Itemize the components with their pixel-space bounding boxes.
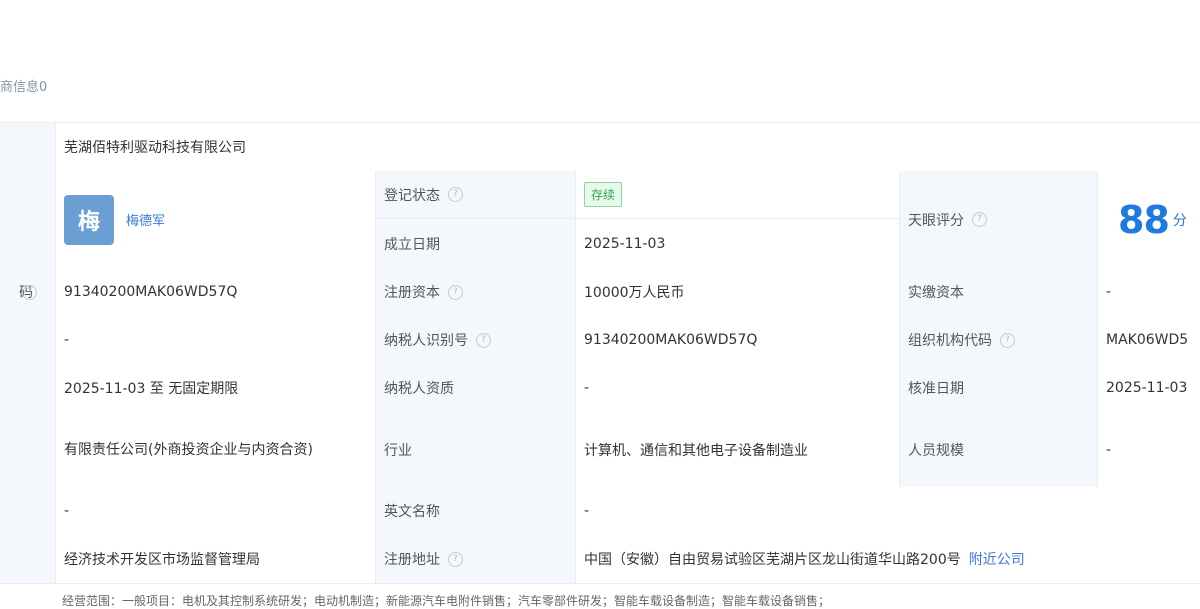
score-unit: 分 <box>1172 212 1187 229</box>
row-reg-address: 经济技术开发区市场监督管理局 注册地址? 中国（安徽）自由贸易试验区芜湖片区龙山… <box>0 535 1200 584</box>
info-icon[interactable]: ? <box>972 212 987 227</box>
row7-left-value: - <box>56 487 376 535</box>
approve-date-value: 2025-11-03 <box>1098 364 1200 412</box>
status-badge: 存续 <box>584 182 623 207</box>
taxpayer-qual-value: - <box>576 364 900 412</box>
reg-capital-value: 10000万人民币 <box>576 268 900 316</box>
row4-left-value: - <box>56 316 376 364</box>
score-value-cell[interactable]: 88 分 <box>1098 171 1200 268</box>
org-code-label-cell: 组织机构代码? <box>900 316 1098 364</box>
row-company-name: 芜湖佰特利驱动科技有限公司 <box>0 123 1200 172</box>
info-icon[interactable]: ? <box>448 284 463 300</box>
taxpayer-id-value: 91340200MAK06WD57Q <box>576 316 900 364</box>
credit-code-value: 91340200MAK06WD57Q <box>56 268 376 316</box>
reg-capital-label-cell: 注册资本? <box>376 268 576 316</box>
founded-label-cell: 成立日期 <box>376 219 576 268</box>
company-type-value: 有限责任公司(外商投资企业与内资合资) <box>56 412 376 487</box>
row-taxpayer-id: - 纳税人识别号? 91340200MAK06WD57Q 组织机构代码? MAK… <box>0 316 1200 365</box>
score-number: 88 <box>1118 197 1170 242</box>
label-cell <box>0 171 56 268</box>
row-english-name: - 英文名称 - <box>0 487 1200 536</box>
info-icon[interactable]: ? <box>1000 332 1015 348</box>
taxpayer-qual-label: 纳税人资质 <box>376 364 576 412</box>
info-icon[interactable]: ? <box>476 332 491 348</box>
business-term-value: 2025-11-03 至 无固定期限 <box>56 364 376 412</box>
label-cell <box>0 412 56 487</box>
reg-address-label: 注册地址 <box>384 552 440 568</box>
section-title: 商信息0 <box>0 80 48 95</box>
info-icon[interactable]: ? <box>448 187 463 202</box>
english-name-value: - <box>576 487 1200 535</box>
reg-status-label: 登记状态 <box>384 187 440 204</box>
row-company-type: 有限责任公司(外商投资企业与内资合资) 行业 计算机、通信和其他电子设备制造业 … <box>0 412 1200 488</box>
industry-label: 行业 <box>376 412 576 487</box>
label-cell <box>0 535 56 583</box>
founded-value: 2025-11-03 <box>576 219 900 268</box>
row-business-term: 2025-11-03 至 无固定期限 纳税人资质 - 核准日期 2025-11-… <box>0 364 1200 413</box>
staff-size-value: - <box>1098 412 1200 487</box>
legal-rep-cell: 梅 梅德军 <box>56 171 376 268</box>
legal-rep-avatar: 梅 <box>64 194 114 245</box>
reg-address-cell: 中国（安徽）自由贸易试验区芜湖片区龙山街道华山路200号 附近公司 <box>576 535 1200 583</box>
row-legal-rep: 梅 梅德军 登记状态? 存续 成立日期 2025-11-03 天眼评分? 88 分 <box>0 171 1200 269</box>
paid-capital-value: - <box>1098 268 1200 316</box>
reg-address-label-cell: 注册地址? <box>376 535 576 583</box>
approve-date-label: 核准日期 <box>900 364 1098 412</box>
label-cell <box>0 316 56 364</box>
org-code-label: 组织机构代码 <box>908 333 992 349</box>
company-name: 芜湖佰特利驱动科技有限公司 <box>56 123 1200 171</box>
row-credit-code: 码? 91340200MAK06WD57Q 注册资本? 10000万人民币 实缴… <box>0 268 1200 317</box>
info-icon[interactable]: ? <box>448 551 463 567</box>
reg-capital-label: 注册资本 <box>384 285 440 301</box>
staff-size-label: 人员规模 <box>900 412 1098 487</box>
reg-address-value: 中国（安徽）自由贸易试验区芜湖片区龙山街道华山路200号 <box>584 552 961 568</box>
english-name-label: 英文名称 <box>376 487 576 535</box>
reg-authority-value: 经济技术开发区市场监督管理局 <box>56 535 376 583</box>
reg-status-value-cell: 存续 <box>576 171 900 219</box>
business-scope-text: 经营范围：一般项目：电机及其控制系统研发；电动机制造；新能源汽车电附件销售；汽车… <box>62 594 831 608</box>
business-info-table: 芜湖佰特利驱动科技有限公司 梅 梅德军 登记状态? 存续 成立日期 2025-1… <box>0 122 1200 584</box>
taxpayer-id-label-cell: 纳税人识别号? <box>376 316 576 364</box>
label-cell <box>0 364 56 412</box>
reg-status-label-cell: 登记状态? <box>376 171 576 219</box>
info-icon[interactable]: ? <box>22 284 37 300</box>
org-code-value: MAK06WD5 <box>1098 316 1200 364</box>
label-cell <box>0 123 56 171</box>
taxpayer-id-label: 纳税人识别号 <box>384 333 468 349</box>
score-label: 天眼评分 <box>908 212 964 229</box>
paid-capital-label: 实缴资本 <box>900 268 1098 316</box>
nearby-company-link[interactable]: 附近公司 <box>969 549 1025 569</box>
label-cell <box>0 487 56 535</box>
legal-rep-name-link[interactable]: 梅德军 <box>126 210 165 229</box>
founded-label: 成立日期 <box>384 236 440 253</box>
score-label-cell: 天眼评分? <box>900 171 1098 268</box>
industry-value: 计算机、通信和其他电子设备制造业 <box>576 412 900 487</box>
credit-code-label-cell: 码? <box>0 268 56 316</box>
